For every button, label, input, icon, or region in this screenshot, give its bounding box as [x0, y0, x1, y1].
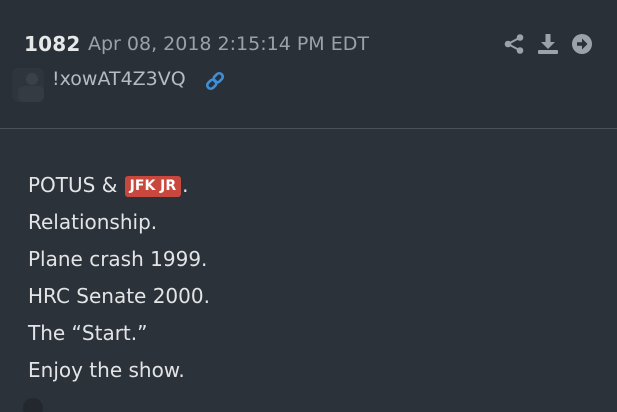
- next-post-avatar: [23, 398, 43, 412]
- body-line: The “Start.”: [28, 321, 148, 345]
- post-timestamp: Apr 08, 2018 2:15:14 PM EDT: [88, 33, 369, 55]
- tag-badge[interactable]: JFK JR: [124, 176, 182, 197]
- post-actions: [503, 33, 593, 55]
- post-body: POTUS & JFK JR. Relationship. Plane cras…: [28, 167, 588, 389]
- body-line: Relationship.: [28, 210, 158, 234]
- arrow-right-circle-icon[interactable]: [571, 33, 593, 55]
- avatar: [12, 68, 44, 102]
- link-icon[interactable]: [204, 70, 226, 92]
- post-card: 1082 Apr 08, 2018 2:15:14 PM EDT !xowAT4…: [0, 0, 617, 412]
- share-icon[interactable]: [503, 33, 525, 55]
- header-divider: [0, 128, 617, 129]
- body-line: HRC Senate 2000.: [28, 284, 210, 308]
- body-text: POTUS &: [28, 173, 124, 197]
- body-line: Enjoy the show.: [28, 358, 185, 382]
- download-icon[interactable]: [537, 33, 559, 55]
- post-number: 1082: [24, 32, 81, 56]
- tripcode: !xowAT4Z3VQ: [52, 68, 186, 90]
- body-text: .: [182, 173, 189, 197]
- body-line: Plane crash 1999.: [28, 247, 208, 271]
- body-line: POTUS & JFK JR.: [28, 167, 588, 204]
- post-header: 1082 Apr 08, 2018 2:15:14 PM EDT !xowAT4…: [0, 0, 617, 129]
